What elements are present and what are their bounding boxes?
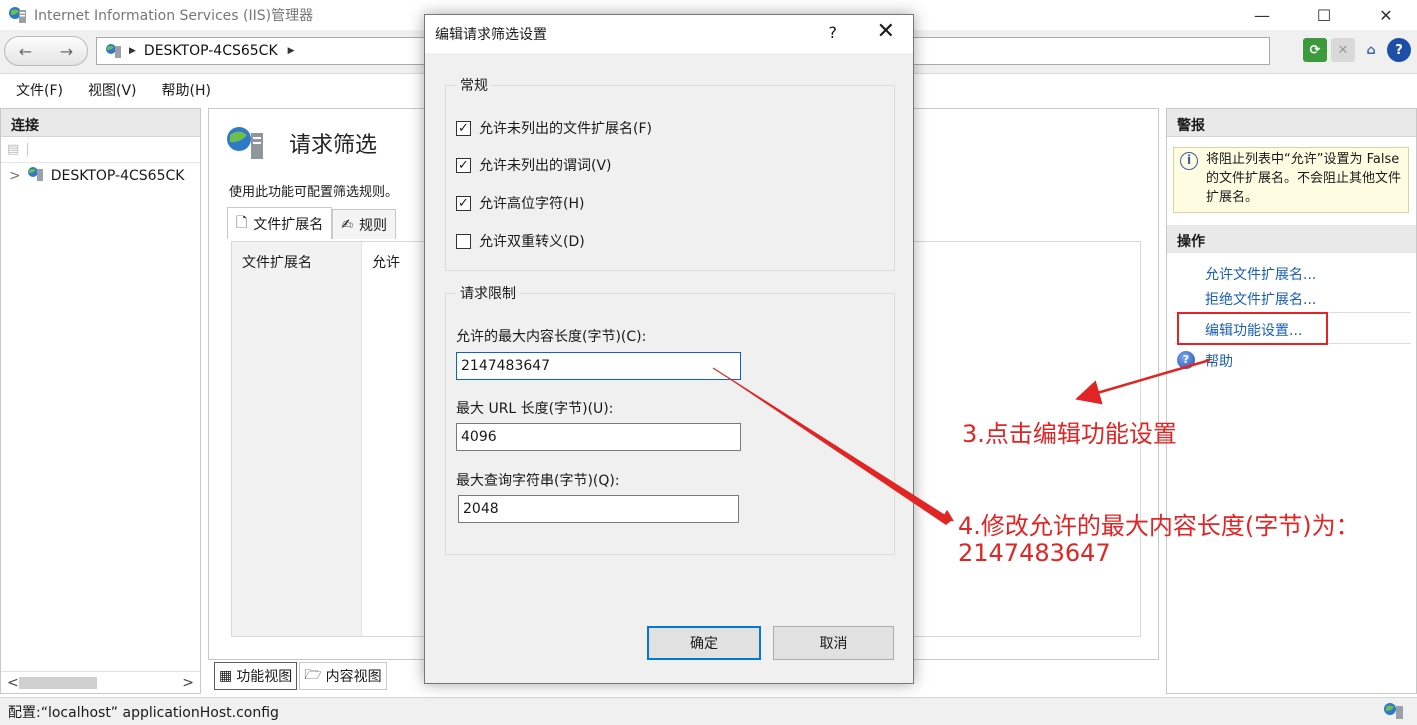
allow-extension-link[interactable]: 允许文件扩展名... (1205, 264, 1316, 284)
tree-expander-icon[interactable]: > (9, 168, 21, 184)
scroll-left-icon[interactable]: < (7, 675, 19, 691)
max-url-length-label: 最大 URL 长度(字节)(U): (456, 401, 614, 417)
nav-buttons: ← → (4, 36, 88, 66)
general-group: 常规 ✓ 允许未列出的文件扩展名(F) ✓ 允许未列出的谓词(V) ✓ 允许高位… (445, 75, 895, 271)
alerts-header: 警报 (1167, 109, 1416, 137)
annotation-step3: 3.点击编辑功能设置 (962, 420, 1177, 448)
view-switcher: ▦ 功能视图 🗁 内容视图 (214, 662, 387, 690)
alert-message: i 将阻止列表中“允许”设置为 False 的文件扩展名。不会阻止其他文件扩展名… (1173, 147, 1409, 213)
connections-header: 连接 (1, 109, 200, 137)
minimize-button[interactable]: — (1231, 0, 1293, 30)
server-icon (105, 43, 123, 59)
max-url-length-input[interactable]: 4096 (456, 423, 741, 451)
server-icon (27, 166, 45, 186)
features-view-icon: ▦ (219, 668, 233, 684)
connections-toolbar: ▤ | (1, 137, 200, 163)
checkbox-allow-high-bit[interactable]: ✓ 允许高位字符(H) (456, 193, 584, 213)
annotation-step4-line1: 4.修改允许的最大内容长度(字节)为： (958, 512, 1360, 540)
maximize-button[interactable]: ☐ (1293, 0, 1355, 30)
window-title: Internet Information Services (IIS)管理器 (34, 8, 314, 24)
edit-icon: ✍ (341, 216, 353, 233)
checkbox-allow-unlisted-verbs[interactable]: ✓ 允许未列出的谓词(V) (456, 155, 612, 175)
dialog-close-button[interactable]: ✕ (877, 19, 895, 44)
checkbox-box[interactable]: ✓ (456, 120, 471, 136)
edit-request-filtering-dialog: 编辑请求筛选设置 ? ✕ 常规 ✓ 允许未列出的文件扩展名(F) ✓ 允许未列出… (424, 14, 914, 684)
menu-file[interactable]: 文件(F) (16, 80, 63, 100)
breadcrumb-separator-end[interactable]: ▶ (288, 46, 295, 56)
tree-node-label: DESKTOP-4CS65CK (50, 168, 185, 184)
home-icon[interactable]: ⌂ (1359, 38, 1383, 62)
info-icon: i (1180, 152, 1198, 170)
network-icon (1383, 702, 1405, 724)
actions-pane: 警报 i 将阻止列表中“允许”设置为 False 的文件扩展名。不会阻止其他文件… (1166, 108, 1417, 694)
ok-button[interactable]: 确定 (647, 626, 761, 660)
request-limits-title: 请求限制 (456, 283, 520, 303)
checkbox-box[interactable] (456, 233, 471, 249)
document-icon: 🗋 (236, 214, 248, 231)
breadcrumb-server[interactable]: DESKTOP-4CS65CK (144, 43, 278, 59)
menu-view[interactable]: 视图(V) (88, 80, 137, 100)
stop-icon[interactable]: ✕ (1331, 38, 1355, 62)
checkbox-allow-double-escaping[interactable]: 允许双重转义(D) (456, 231, 585, 251)
menu-help[interactable]: 帮助(H) (162, 80, 211, 100)
tab-file-extensions[interactable]: 🗋 文件扩展名 (227, 207, 333, 239)
tab-content-view[interactable]: 🗁 内容视图 (299, 662, 387, 690)
help-link[interactable]: 帮助 (1205, 351, 1233, 371)
table-column-shade (232, 242, 362, 636)
help-icon[interactable]: ? (1177, 351, 1195, 369)
request-filtering-icon (225, 123, 265, 163)
close-button[interactable]: ✕ (1355, 0, 1417, 30)
status-bar: 配置:“localhost” applicationHost.config (0, 697, 1417, 725)
checkbox-allow-unlisted-extensions[interactable]: ✓ 允许未列出的文件扩展名(F) (456, 118, 652, 138)
horizontal-scrollbar[interactable]: < > (1, 671, 200, 693)
highlight-box (1177, 312, 1328, 345)
connections-pane: 连接 ▤ | > DESKTOP-4CS65CK < > (0, 108, 201, 694)
status-text: 配置:“localhost” applicationHost.config (8, 704, 279, 721)
connect-icon[interactable]: ▤ (7, 142, 19, 157)
general-group-title: 常规 (456, 75, 492, 95)
back-button[interactable]: ← (19, 42, 32, 61)
refresh-icon[interactable]: ⟳ (1303, 38, 1327, 62)
request-limits-group: 请求限制 允许的最大内容长度(字节)(C): 2147483647 最大 URL… (445, 283, 895, 555)
tree-node-server[interactable]: > DESKTOP-4CS65CK (1, 163, 200, 189)
tab-rules[interactable]: ✍ 规则 (332, 209, 396, 239)
tab-features-view[interactable]: ▦ 功能视图 (214, 662, 298, 690)
max-query-string-input[interactable]: 2048 (458, 495, 739, 523)
dialog-title: 编辑请求筛选设置 (435, 27, 547, 43)
max-content-length-input[interactable]: 2147483647 (456, 352, 741, 380)
checkbox-box[interactable]: ✓ (456, 195, 471, 211)
checkbox-box[interactable]: ✓ (456, 157, 471, 173)
content-view-icon: 🗁 (304, 667, 322, 683)
iis-app-icon (8, 6, 28, 24)
max-query-string-label: 最大查询字符串(字节)(Q): (456, 473, 620, 489)
annotation-step4-line2: 2147483647 (958, 539, 1111, 567)
scroll-right-icon[interactable]: > (182, 675, 194, 691)
page-title: 请求筛选 (289, 133, 378, 158)
forward-button[interactable]: → (60, 42, 73, 61)
max-content-length-label: 允许的最大内容长度(字节)(C): (456, 329, 647, 345)
dialog-title-bar: 编辑请求筛选设置 ? ✕ (425, 15, 913, 53)
deny-extension-link[interactable]: 拒绝文件扩展名... (1205, 289, 1316, 309)
scroll-thumb[interactable] (19, 677, 97, 689)
column-header-extension[interactable]: 文件扩展名 (242, 252, 312, 272)
actions-header: 操作 (1167, 225, 1416, 253)
breadcrumb-separator[interactable]: ▶ (129, 46, 136, 56)
feature-tabs: 🗋 文件扩展名 ✍ 规则 (227, 207, 396, 239)
help-icon[interactable]: ? (1387, 38, 1411, 62)
page-description: 使用此功能可配置筛选规则。 (229, 185, 399, 200)
column-header-allowed[interactable]: 允许 (372, 252, 400, 272)
dialog-help-button[interactable]: ? (829, 23, 838, 42)
cancel-button[interactable]: 取消 (773, 626, 894, 660)
